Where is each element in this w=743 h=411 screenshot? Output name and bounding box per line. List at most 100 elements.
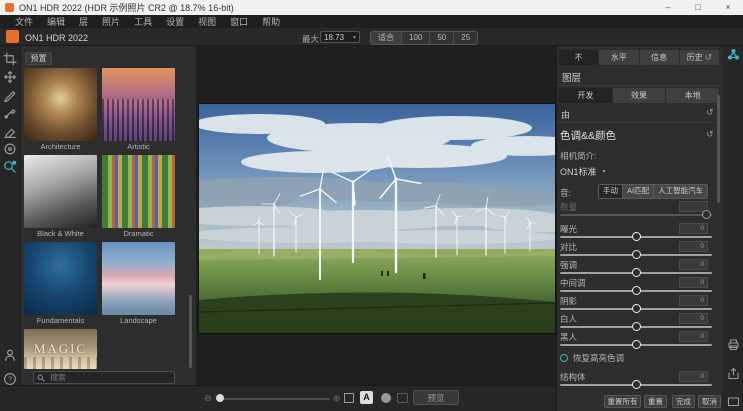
preset-category-black-white[interactable]: Black & White (24, 155, 97, 238)
preset-category-dramatic[interactable]: Dramatic (102, 155, 175, 238)
view-single-icon[interactable] (344, 393, 354, 403)
preset-search-box[interactable] (33, 371, 175, 384)
help-icon[interactable]: ? (3, 372, 17, 386)
zoom-50-button[interactable]: 50 (429, 32, 453, 44)
preset-category-artistic[interactable]: Artistic (102, 68, 175, 151)
canvas-zoom-handle[interactable] (216, 394, 224, 402)
preset-thumbnail[interactable] (102, 68, 175, 141)
pane-reset-icon[interactable]: ↺ (706, 107, 714, 118)
export-icon[interactable] (727, 367, 740, 380)
tone-color-pane-title[interactable]: 色调&&颜色 (560, 128, 616, 143)
tone-ai-match-button[interactable]: AI匹配 (622, 185, 653, 198)
maximize-button[interactable]: □ (683, 0, 713, 15)
tab-local[interactable]: 本地 (666, 88, 719, 103)
camera-profile-label: 相机简介: (560, 150, 596, 162)
tab-levels[interactable]: 水平 (599, 50, 638, 65)
layers-header[interactable]: 图层 (562, 70, 581, 84)
zoom-25-button[interactable]: 25 (453, 32, 477, 44)
recover-highlights-toggle[interactable]: 恢复高亮色调 (560, 352, 624, 364)
tone-color-reset-icon[interactable]: ↺ (706, 129, 714, 140)
reset-all-button[interactable]: 重置所有 (604, 395, 641, 408)
tone-ai-auto-button[interactable]: 人工智能汽车 (653, 185, 707, 198)
presets-scrollbar[interactable] (189, 295, 192, 368)
slider-handle[interactable] (632, 322, 641, 331)
presets-tab[interactable]: 预置 (25, 52, 52, 65)
canvas-size-icon[interactable] (727, 395, 740, 408)
preset-category-landscape[interactable]: Landscape (102, 242, 175, 325)
menu-photo[interactable]: 照片 (95, 15, 127, 28)
menu-file[interactable]: 文件 (8, 15, 40, 28)
bullseye-gradient-tool-icon[interactable] (3, 142, 17, 156)
preset-category-architecture[interactable]: Architecture (24, 68, 97, 151)
crop-tool-icon[interactable] (3, 52, 17, 66)
tab-develop[interactable]: 开发 (559, 88, 612, 103)
slider-structure: 结构体 0 (560, 371, 712, 389)
zoom-100-button[interactable]: 100 (401, 32, 429, 44)
tab-history[interactable]: 历史 ↺ (680, 50, 719, 65)
menu-view[interactable]: 视图 (191, 15, 223, 28)
search-input[interactable] (48, 372, 171, 383)
preset-thumbnail[interactable] (24, 155, 97, 228)
move-tool-icon[interactable] (3, 70, 17, 84)
slider-midtones: 中间调 0 (560, 277, 712, 295)
tab-navigator[interactable]: 不 (559, 50, 598, 65)
tab-effects[interactable]: 效果 (613, 88, 666, 103)
preset-thumbnail[interactable] (24, 68, 97, 141)
slider-handle[interactable] (632, 286, 641, 295)
print-icon[interactable] (727, 338, 740, 351)
tone-manual-button[interactable]: 手动 (599, 185, 622, 198)
zoom-max-label: 最大 (302, 33, 319, 45)
caret-down-icon: ▾ (353, 34, 356, 41)
toggle-circle-icon[interactable] (560, 354, 568, 362)
mask-view-icon[interactable] (381, 393, 391, 403)
photo-preview[interactable] (198, 103, 556, 334)
erase-tool-icon[interactable] (3, 124, 17, 138)
preview-button[interactable]: 预览 (413, 390, 459, 405)
preset-thumbnail[interactable] (24, 242, 97, 315)
history-reset-icon[interactable]: ↺ (705, 50, 713, 65)
menu-layer[interactable]: 层 (72, 15, 95, 28)
slider-handle[interactable] (632, 380, 641, 389)
done-button[interactable]: 完成 (672, 395, 695, 408)
slider-handle[interactable] (632, 268, 641, 277)
slider-handle[interactable] (632, 250, 641, 259)
menu-edit[interactable]: 编辑 (40, 15, 72, 28)
menu-tools[interactable]: 工具 (127, 15, 159, 28)
reset-button[interactable]: 重置 (644, 395, 667, 408)
search-icon (37, 374, 45, 382)
soft-proof-icon[interactable] (397, 393, 408, 403)
minimize-button[interactable]: – (653, 0, 683, 15)
fit-button[interactable]: 适合 (371, 32, 401, 44)
menu-window[interactable]: 窗口 (223, 15, 255, 28)
preset-thumbnail[interactable] (102, 155, 175, 228)
zoom-tool-icon[interactable] (3, 160, 17, 174)
right-panel-scrollbar[interactable] (717, 95, 720, 203)
compare-original-icon[interactable]: A (360, 391, 373, 404)
tab-info[interactable]: 信息 (640, 50, 679, 65)
slider-handle[interactable] (702, 210, 711, 219)
preset-thumbnail[interactable] (102, 242, 175, 315)
zoom-out-icon[interactable]: ⊖ (204, 393, 212, 404)
canvas-zoom-slider[interactable] (218, 398, 330, 400)
pane-header[interactable]: 由 (561, 108, 570, 121)
slider-handle[interactable] (632, 340, 641, 349)
preset-category-fundamentals[interactable]: Fundamentals (24, 242, 97, 325)
paint-brush-tool-icon[interactable] (3, 88, 17, 102)
preset-thumbnail[interactable]: MAGIC (24, 329, 97, 369)
preset-category-magic[interactable]: MAGIC (24, 329, 97, 369)
tone-label: 音: (560, 187, 571, 199)
menu-help[interactable]: 帮助 (255, 15, 287, 28)
sync-icon[interactable] (727, 48, 740, 61)
slider-handle[interactable] (632, 304, 641, 313)
tone-mode-group: 手动 AI匹配 人工智能汽车 (598, 184, 708, 199)
camera-profile-dropdown[interactable]: ON1标准 ▾ (560, 165, 606, 178)
user-account-icon[interactable] (3, 348, 17, 362)
close-button[interactable]: × (713, 0, 743, 15)
masking-brush-tool-icon[interactable] (3, 106, 17, 120)
zoom-value-dropdown[interactable]: 18.73 ▾ (320, 31, 360, 43)
menu-settings[interactable]: 设置 (159, 15, 191, 28)
cancel-button[interactable]: 取消 (698, 395, 721, 408)
zoom-value: 18.73 (324, 33, 344, 42)
zoom-in-icon[interactable]: ⊕ (333, 393, 341, 404)
slider-handle[interactable] (632, 232, 641, 241)
